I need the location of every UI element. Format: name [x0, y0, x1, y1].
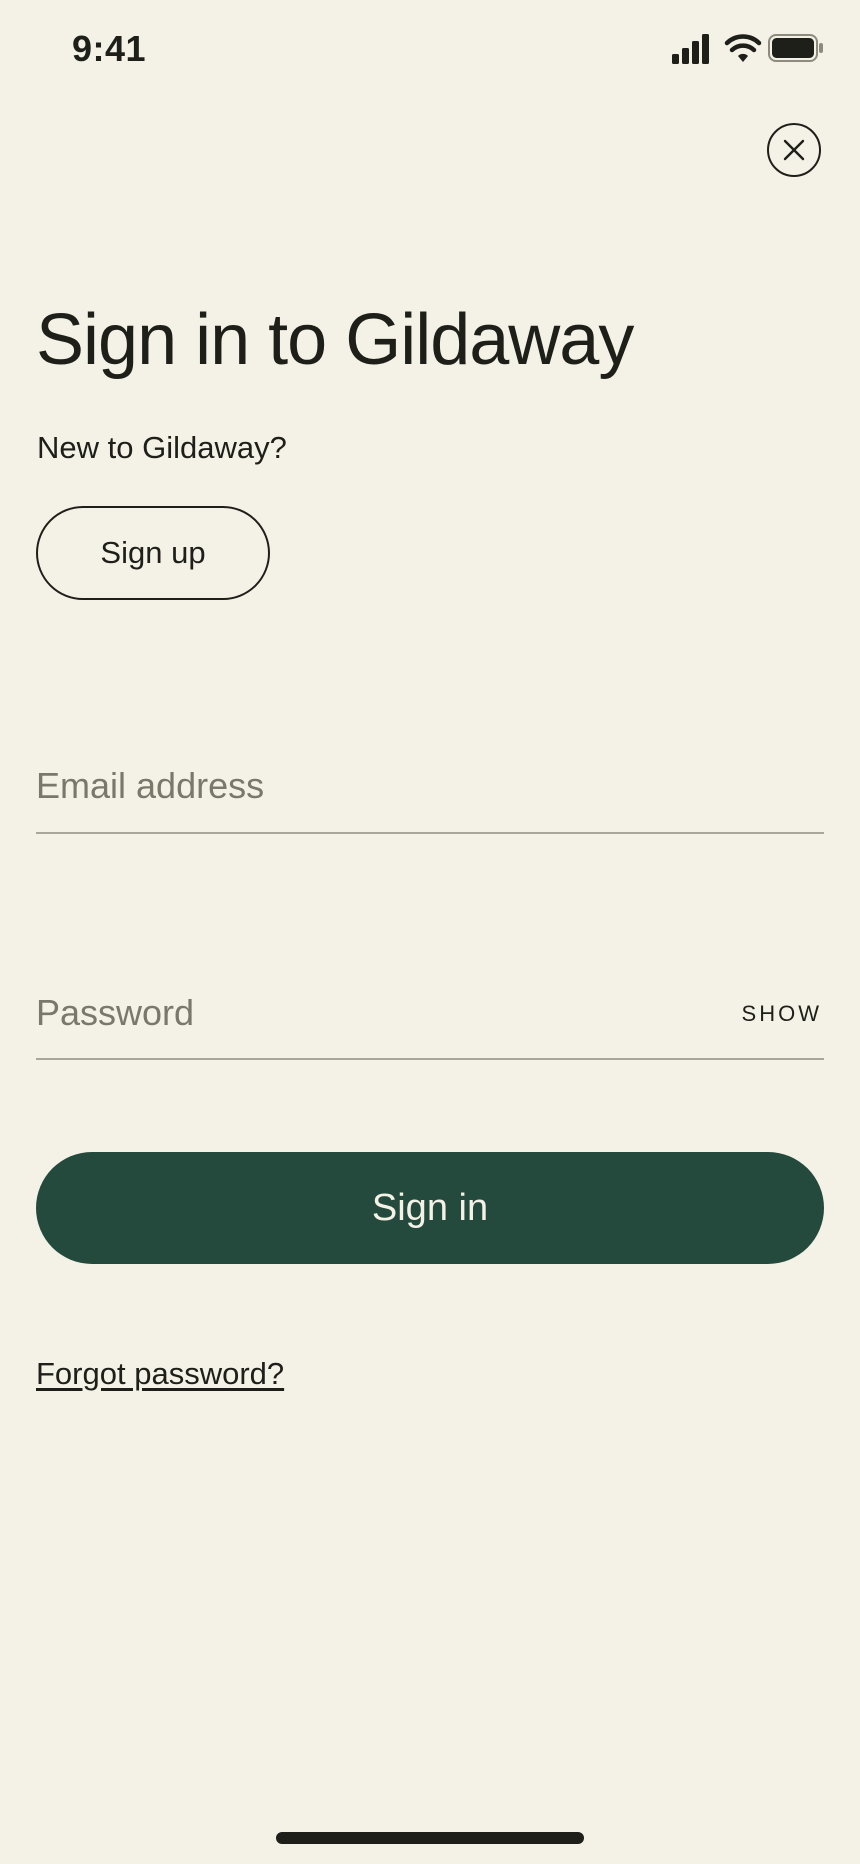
signup-prompt: New to Gildaway? — [37, 430, 287, 465]
page-title: Sign in to Gildaway — [36, 300, 634, 380]
email-field — [36, 756, 824, 834]
battery-icon — [768, 34, 823, 62]
home-indicator — [276, 1832, 584, 1844]
close-icon — [783, 139, 805, 161]
signin-button[interactable]: Sign in — [36, 1152, 824, 1264]
wifi-icon — [724, 34, 762, 62]
password-input[interactable] — [36, 983, 716, 1043]
status-time: 9:41 — [72, 28, 147, 69]
status-bar: 9:41 — [0, 0, 860, 104]
email-input[interactable] — [36, 756, 824, 816]
signal-icon — [672, 34, 709, 64]
show-password-button[interactable]: SHOW — [742, 1001, 822, 1027]
password-field: SHOW — [36, 983, 824, 1060]
signup-button[interactable]: Sign up — [36, 506, 270, 600]
forgot-password-link[interactable]: Forgot password? — [36, 1356, 284, 1392]
close-button[interactable] — [767, 123, 821, 177]
